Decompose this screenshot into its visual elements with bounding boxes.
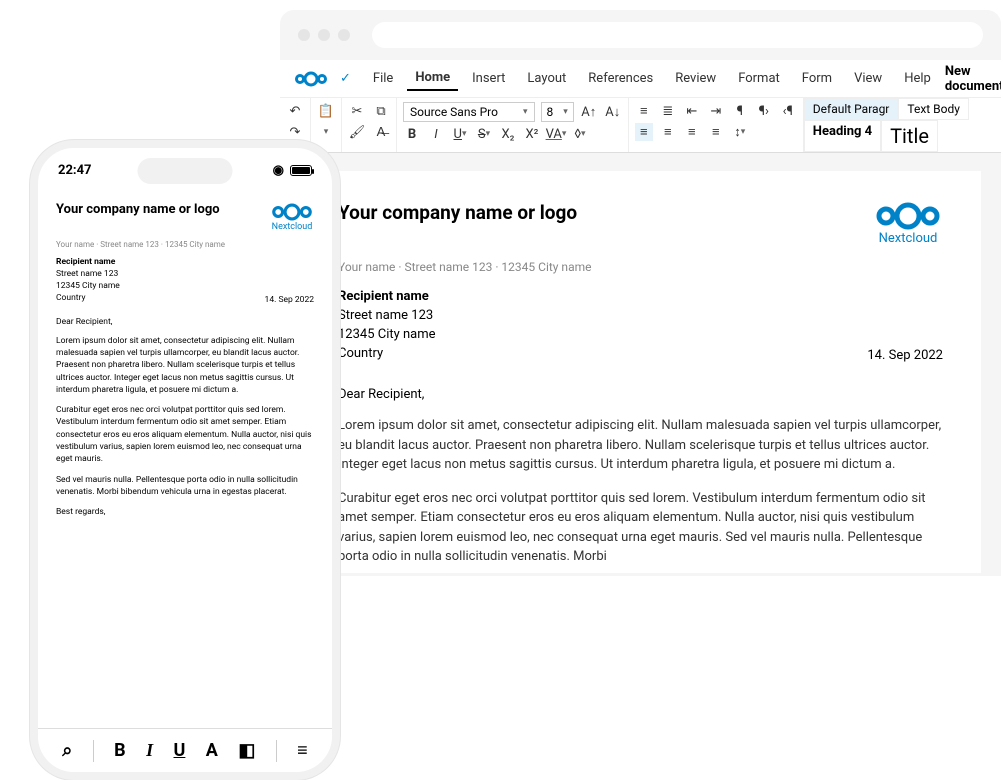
m-paragraph-2: Curabitur eget eros nec orci volutpat po… [56,404,314,466]
align-left-icon[interactable]: ≡ [635,123,653,141]
style-title[interactable]: Title [881,120,938,152]
format-paint-icon[interactable]: 🖌 [348,123,366,141]
copy-icon[interactable]: ⧉ [372,102,390,120]
m-paragraph-1: Lorem ipsum dolor sit amet, consectetur … [56,335,314,397]
m-search-icon[interactable]: ⌕ [62,740,72,761]
shrink-font-icon[interactable]: A↓ [604,103,622,121]
undo-icon[interactable]: ↶ [286,102,304,120]
recipient-block: Recipient name Street name 123 12345 Cit… [338,288,436,363]
m-align-icon[interactable]: ≡ [297,740,308,761]
font-size-select[interactable]: 8▾ [541,102,574,122]
m-bold-icon[interactable]: B [114,740,126,761]
toolbar: ↶ ↷ 📋 ▾ ✂ ⧉ 🖌 A̶ Source Sans Pro▾ 8▾ A↑ … [280,98,1001,153]
style-gallery: Default Paragr Text Body Heading 4 Title [804,98,969,152]
strike-icon[interactable]: S▾ [475,125,493,143]
m-recipient-block: Recipient name Street name 123 12345 Cit… [56,257,120,305]
titlebar [280,10,1001,60]
close-dot[interactable] [298,29,310,41]
numbering-icon[interactable]: ≣ [659,102,677,120]
url-bar[interactable] [372,22,983,48]
mobile-toolbar: ⌕ B I U A ◧ ≡ [38,728,332,772]
paste-dropdown-icon[interactable]: ▾ [317,123,335,141]
cut-icon[interactable]: ✂ [348,102,366,120]
menu-file[interactable]: File [365,67,401,90]
style-textbody[interactable]: Text Body [898,98,969,120]
m-font-icon[interactable]: A [206,740,218,761]
notch [138,158,233,184]
ltr-icon[interactable]: ¶› [755,102,773,120]
align-right-icon[interactable]: ≡ [683,123,701,141]
m-underline-icon[interactable]: U [174,740,186,761]
sender-address: Your name · Street name 123 · 12345 City… [338,260,943,274]
nextcloud-logo-icon [294,70,328,88]
superscript-icon[interactable]: X² [523,125,541,143]
style-heading4[interactable]: Heading 4 [804,120,881,152]
underline-icon[interactable]: U▾ [451,125,469,143]
subscript-icon[interactable]: X₂ [499,125,517,143]
menu-references[interactable]: References [580,67,661,90]
mobile-device: 22:47 ◉ Your company name or logo Nextcl… [30,140,340,780]
max-dot[interactable] [338,29,350,41]
desktop-window: ✓ File Home Insert Layout References Rev… [280,10,1001,576]
menu-format[interactable]: Format [730,67,788,90]
min-dot[interactable] [318,29,330,41]
menu-review[interactable]: Review [667,67,724,90]
m-letter-date: 14. Sep 2022 [265,295,314,305]
check-icon[interactable]: ✓ [340,71,351,86]
document-canvas: Your company name or logo Nextcloud Your… [280,153,1001,576]
para-mark-icon[interactable]: ¶ [731,102,749,120]
font-color-icon[interactable]: VA▾ [547,125,565,143]
paste-icon[interactable]: 📋 [317,102,335,120]
font-select[interactable]: Source Sans Pro▾ [403,102,535,122]
menu-help[interactable]: Help [896,67,939,90]
clear-format-icon[interactable]: A̶ [372,123,390,141]
menu-insert[interactable]: Insert [464,67,513,90]
outdent-icon[interactable]: ⇤ [683,102,701,120]
window-controls [298,29,350,41]
grow-font-icon[interactable]: A↑ [580,103,598,121]
m-nextcloud-brand: Nextcloud [270,202,314,232]
document-page[interactable]: Your company name or logo Nextcloud Your… [300,171,981,573]
highlight-icon[interactable]: ◊▾ [571,125,589,143]
italic-icon[interactable]: I [427,125,445,143]
line-spacing-icon[interactable]: ↕▾ [731,123,749,141]
clock: 22:47 [58,163,92,178]
mobile-document[interactable]: Your company name or logo Nextcloud Your… [38,192,332,537]
align-justify-icon[interactable]: ≡ [707,123,725,141]
m-salutation: Dear Recipient, [56,317,314,327]
menu-home[interactable]: Home [407,66,458,91]
menu-form[interactable]: Form [794,67,840,90]
nextcloud-brand: Nextcloud [873,201,943,246]
rtl-icon[interactable]: ‹¶ [779,102,797,120]
document-name: New document.odt [945,64,1001,94]
bold-icon[interactable]: B [403,125,421,143]
paragraph-1: Lorem ipsum dolor sit amet, consectetur … [338,416,943,475]
menu-view[interactable]: View [846,67,890,90]
salutation: Dear Recipient, [338,387,943,402]
paragraph-2: Curabitur eget eros nec orci volutpat po… [338,489,943,567]
m-fill-icon[interactable]: ◧ [238,740,255,761]
style-default[interactable]: Default Paragr [804,98,899,120]
letter-date: 14. Sep 2022 [867,348,943,363]
redo-icon[interactable]: ↷ [286,123,304,141]
m-sender-address: Your name · Street name 123 · 12345 City… [56,240,314,249]
menu-layout[interactable]: Layout [519,67,574,90]
bullets-icon[interactable]: ≡ [635,102,653,120]
m-company-heading: Your company name or logo [56,202,220,217]
menubar: ✓ File Home Insert Layout References Rev… [280,60,1001,98]
indent-icon[interactable]: ⇥ [707,102,725,120]
align-center-icon[interactable]: ≡ [659,123,677,141]
m-signoff: Best regards, [56,506,314,518]
battery-icon [290,165,312,176]
m-paragraph-3: Sed vel mauris nulla. Pellentesque porta… [56,474,314,499]
wifi-icon: ◉ [273,163,284,178]
company-heading: Your company name or logo [338,201,577,224]
m-italic-icon[interactable]: I [146,740,153,761]
